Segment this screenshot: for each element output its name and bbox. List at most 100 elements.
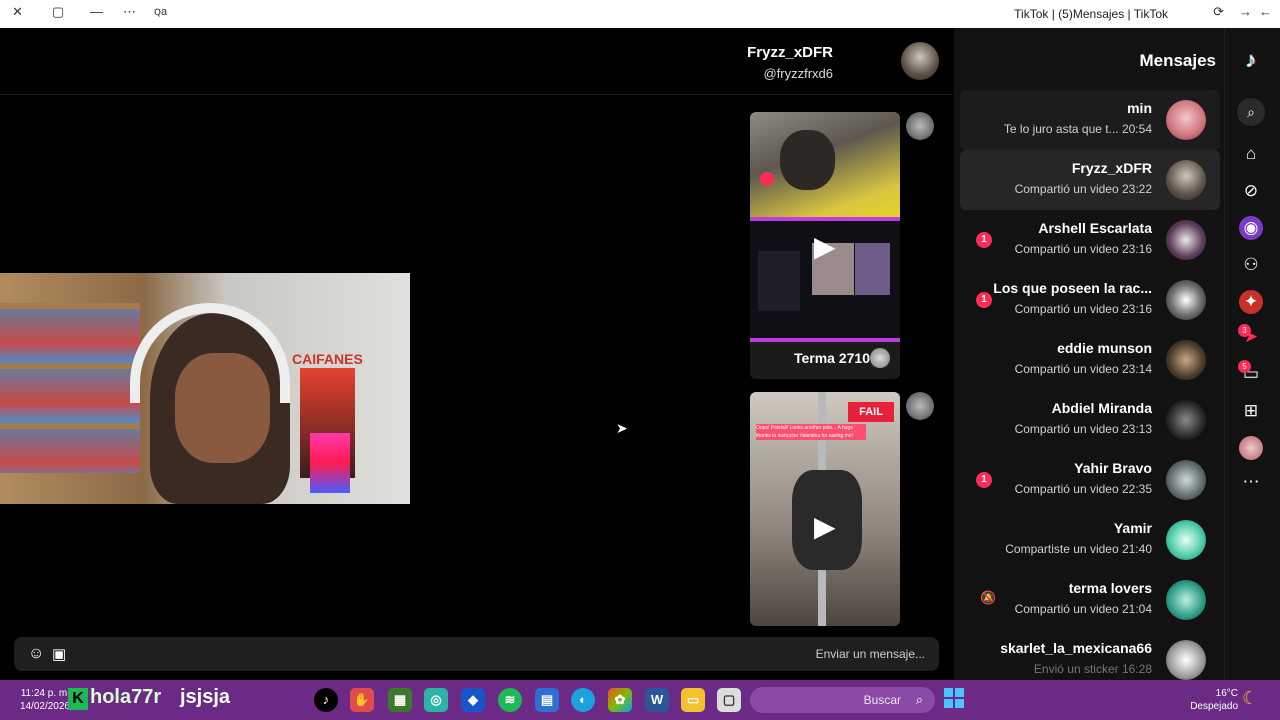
- shared-video-card-2[interactable]: FAIL Oops! Poisfall! Looks another pole.…: [750, 392, 900, 626]
- upload-icon[interactable]: ⊞: [1239, 399, 1263, 423]
- title-bar: ✕ ▢ — ⋯ ꞯa TikTok | (5)Mensajes | TikTok…: [0, 0, 1280, 28]
- conversation-name: Arshell Escarlata: [1038, 220, 1152, 236]
- chat-header-avatar[interactable]: [901, 42, 939, 80]
- reload-icon[interactable]: ⟳: [1213, 4, 1224, 20]
- conversation-item[interactable]: min Te lo juro asta que t... 20:54: [960, 90, 1220, 150]
- stream-chat-text-2: jsjsja: [180, 686, 231, 708]
- home-icon[interactable]: ⌂: [1239, 142, 1263, 166]
- weather-moon-icon: ☾: [1242, 688, 1259, 708]
- friends-icon[interactable]: ⚇: [1239, 253, 1263, 277]
- conversation-name: Yahir Bravo: [1074, 460, 1152, 476]
- conversation-preview: Compartió un video 22:35: [1014, 482, 1152, 496]
- conversation-preview: Te lo juro asta que t... 20:54: [1003, 122, 1152, 136]
- word-icon[interactable]: W: [645, 688, 669, 712]
- conversation-name: Yamir: [1113, 520, 1152, 536]
- conversation-avatar: [1166, 460, 1206, 500]
- conversation-preview: Compartió un video 23:22: [1014, 182, 1152, 196]
- weather-widget[interactable]: 16°C Despejado: [1190, 687, 1238, 713]
- conversation-avatar: [1166, 580, 1206, 620]
- messages-badge: 5: [1238, 360, 1251, 373]
- chat-panel: Fryzz_xDFR @fryzzfrxd6 ▶ Terma 2710 FAIL…: [0, 28, 953, 680]
- chat-header-handle: @fryzzfrxd6: [763, 66, 833, 81]
- chat-header-name[interactable]: Fryzz_xDFR: [747, 44, 833, 61]
- explore-icon[interactable]: ⊘: [1239, 179, 1263, 203]
- fail-stamp: FAIL: [848, 402, 894, 422]
- thumb-sidebar: [758, 251, 800, 311]
- muted-bell-icon: 🔕: [980, 590, 997, 605]
- live-icon[interactable]: ◉: [1239, 216, 1263, 240]
- obs-icon[interactable]: ◎: [424, 688, 448, 712]
- app-icon[interactable]: ✋: [350, 688, 374, 712]
- window-title: TikTok | (5)Mensajes | TikTok: [1014, 7, 1168, 21]
- caption-avatar: [870, 348, 890, 368]
- conversation-item[interactable]: 1 Arshell Escarlata Compartió un video 2…: [960, 210, 1220, 270]
- app-icon[interactable]: ▢: [717, 688, 741, 712]
- conversation-item[interactable]: Fryzz_xDFR Compartió un video 23:22: [960, 150, 1220, 210]
- activity-icon[interactable]: ✦: [1239, 290, 1263, 314]
- shared-video-caption: Terma 2710: [793, 350, 870, 366]
- clock[interactable]: 11:24 p. m. 14/02/2026: [15, 687, 70, 713]
- profile-avatar[interactable]: [1239, 436, 1263, 460]
- conversation-name: min: [1127, 100, 1152, 116]
- search-icon: ⌕: [915, 692, 923, 707]
- conversation-avatar: [1166, 280, 1206, 320]
- chat-header: Fryzz_xDFR @fryzzfrxd6: [0, 28, 953, 95]
- edge-icon[interactable]: ◐: [571, 688, 595, 712]
- conversation-preview: Envió un sticker 16:28: [1033, 662, 1152, 676]
- mouse-cursor-icon: ➤: [616, 420, 628, 436]
- weather-desc: Despejado: [1190, 701, 1238, 712]
- video-overlay-text: Oops! Poisfall! Looks another pole... A …: [756, 424, 866, 440]
- spotify-icon[interactable]: ≋: [498, 688, 522, 712]
- shared-video-card-1[interactable]: ▶ Terma 2710: [750, 112, 900, 379]
- conversation-name: skarlet_la_mexicana66: [1000, 640, 1152, 656]
- emoji-icon[interactable]: ☺: [28, 645, 44, 663]
- forward-icon[interactable]: →: [1239, 4, 1252, 19]
- conversation-item[interactable]: 1 Los que poseen la rac... Compartió un …: [960, 270, 1220, 330]
- nav-rail: ♪ ⌕ ⌂ ⊘ ◉ ⚇ ✦ ➤ 3 ▭ 5 ⊞ ⋯: [1224, 28, 1280, 680]
- conversation-item[interactable]: skarlet_la_mexicana66 Envió un sticker 1…: [960, 630, 1220, 680]
- search-icon[interactable]: ⌕: [1237, 98, 1265, 126]
- play-icon[interactable]: ▶: [814, 230, 836, 263]
- windows-start-icon[interactable]: [944, 688, 964, 708]
- maximize-icon[interactable]: ▢: [52, 4, 64, 20]
- image-icon[interactable]: ▣: [52, 645, 66, 663]
- webcam-headphones: [130, 303, 290, 403]
- taskbar-search[interactable]: ⌕ Buscar: [750, 687, 935, 713]
- store-icon[interactable]: ▤: [535, 688, 559, 712]
- conversation-name: terma lovers: [1068, 580, 1152, 596]
- conversation-avatar: [1166, 400, 1206, 440]
- conversation-avatar: [1166, 640, 1206, 680]
- back-icon[interactable]: ←: [1259, 4, 1272, 19]
- webcam-microphone: [310, 433, 350, 493]
- conversation-avatar: [1166, 520, 1206, 560]
- more-options-icon[interactable]: ⋯: [1239, 470, 1263, 494]
- play-icon[interactable]: ▶: [814, 510, 836, 543]
- translate-icon[interactable]: ꞯa: [154, 4, 167, 19]
- conversation-preview: Compartió un video 23:16: [1014, 302, 1152, 316]
- minimize-icon[interactable]: —: [90, 4, 103, 19]
- webcam-overlay: CAIFANES: [0, 273, 410, 504]
- file-explorer-icon[interactable]: ▭: [681, 688, 705, 712]
- message-composer[interactable]: ☺ ▣ Enviar un mensaje...: [14, 637, 939, 671]
- unread-badge: 1: [976, 232, 992, 248]
- more-icon[interactable]: ⋯: [123, 4, 136, 20]
- close-icon[interactable]: ✕: [12, 4, 23, 20]
- conversation-item[interactable]: Yamir Compartiste un video 21:40: [960, 510, 1220, 570]
- conversation-name: Fryzz_xDFR: [1071, 160, 1152, 176]
- conversation-item[interactable]: Abdiel Miranda Compartió un video 23:13: [960, 390, 1220, 450]
- tiktok-logo-icon[interactable]: ♪: [1239, 48, 1263, 72]
- thumb-person: [780, 130, 835, 190]
- app-icon[interactable]: ◆: [461, 688, 485, 712]
- conversation-preview: Compartiste un video 21:40: [1005, 542, 1152, 556]
- stream-k-logo: K: [68, 688, 88, 710]
- conversation-item[interactable]: 1 Yahir Bravo Compartió un video 22:35: [960, 450, 1220, 510]
- unread-badge: 1: [976, 472, 992, 488]
- conversation-item[interactable]: eddie munson Compartió un video 23:14: [960, 330, 1220, 390]
- messages-sidebar: Mensajes min Te lo juro asta que t... 20…: [954, 28, 1224, 680]
- copilot-icon[interactable]: ✿: [608, 688, 632, 712]
- composer-placeholder: Enviar un mensaje...: [815, 647, 925, 661]
- tiktok-taskbar-icon[interactable]: ♪: [314, 688, 338, 712]
- minecraft-icon[interactable]: ▦: [388, 688, 412, 712]
- thumb-badge: [760, 172, 774, 186]
- conversation-item[interactable]: 🔕 terma lovers Compartió un video 21:04: [960, 570, 1220, 630]
